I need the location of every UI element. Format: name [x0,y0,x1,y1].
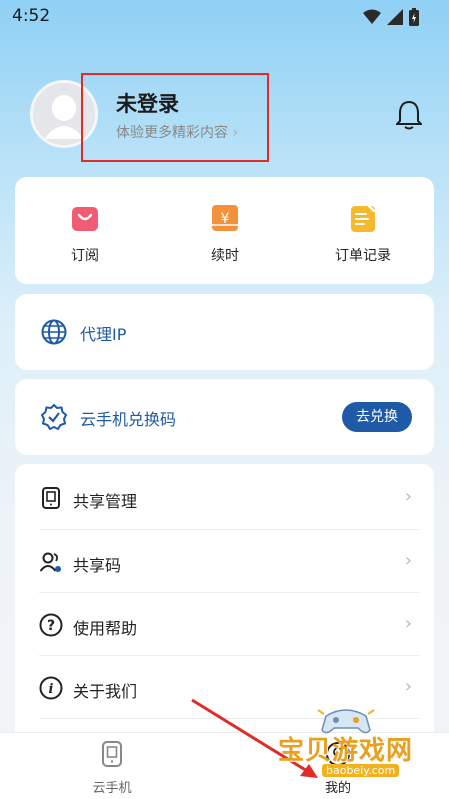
quick-action-subscribe[interactable]: 订阅 [35,203,135,265]
quick-actions-card: 订阅 ¥ 续时 订单记录 [15,177,434,284]
signal-icon [387,9,403,25]
globe-icon [41,319,67,345]
phone-share-icon [42,487,60,509]
profile-icon [326,742,350,766]
tab-label: 云手机 [92,781,132,796]
menu-item-share-management[interactable]: 共享管理 › [15,466,434,529]
quick-action-renew[interactable]: ¥ 续时 [175,203,275,265]
tab-profile[interactable]: 我的 [298,741,378,796]
settings-menu: 共享管理 › 共享码 › ? 使用帮助 › i 关于我们 › [15,464,434,764]
bottom-tab-bar: 云手机 我的 [0,732,449,799]
redeem-button[interactable]: 去兑换 [342,402,412,432]
help-circle-icon: ? [39,613,63,637]
menu-item-share-code[interactable]: 共享码 › [15,530,434,593]
order-record-icon [351,203,376,232]
proxy-ip-label: 代理IP [80,325,127,344]
highlight-box [81,73,269,162]
quick-action-label: 续时 [211,248,239,264]
cloud-phone-icon [102,741,122,767]
status-bar: 4:52 [0,0,449,34]
quick-action-orders[interactable]: 订单记录 [313,203,413,265]
status-icons [363,8,419,26]
menu-item-label: 关于我们 [73,682,138,701]
chevron-right-icon: › [404,676,412,697]
menu-item-label: 使用帮助 [73,619,138,638]
redeem-label: 云手机兑换码 [80,410,177,429]
battery-charging-icon [409,8,419,26]
svg-text:i: i [49,682,54,697]
menu-item-label: 共享管理 [73,492,138,511]
shopping-bag-icon [72,207,98,231]
divider [39,718,419,719]
verified-badge-icon [40,403,68,431]
status-time: 4:52 [12,6,51,26]
svg-text:?: ? [47,618,55,634]
menu-item-about[interactable]: i 关于我们 › [15,656,434,719]
proxy-ip-card[interactable]: 代理IP [15,294,434,370]
chevron-right-icon: › [404,486,412,507]
tab-cloud-phone[interactable]: 云手机 [72,741,152,796]
menu-item-help[interactable]: ? 使用帮助 › [15,593,434,656]
wifi-icon [363,9,381,24]
yen-coupon-icon: ¥ [212,205,238,231]
menu-item-label: 共享码 [73,556,122,575]
chevron-right-icon: › [404,613,412,634]
quick-action-label: 订单记录 [335,248,391,264]
chevron-right-icon: › [404,550,412,571]
bell-icon[interactable] [396,100,422,130]
info-circle-icon: i [39,676,63,700]
tab-label: 我的 [324,781,351,796]
users-icon [39,552,61,572]
redeem-card[interactable]: 云手机兑换码 去兑换 [15,379,434,455]
quick-action-label: 订阅 [71,248,99,264]
